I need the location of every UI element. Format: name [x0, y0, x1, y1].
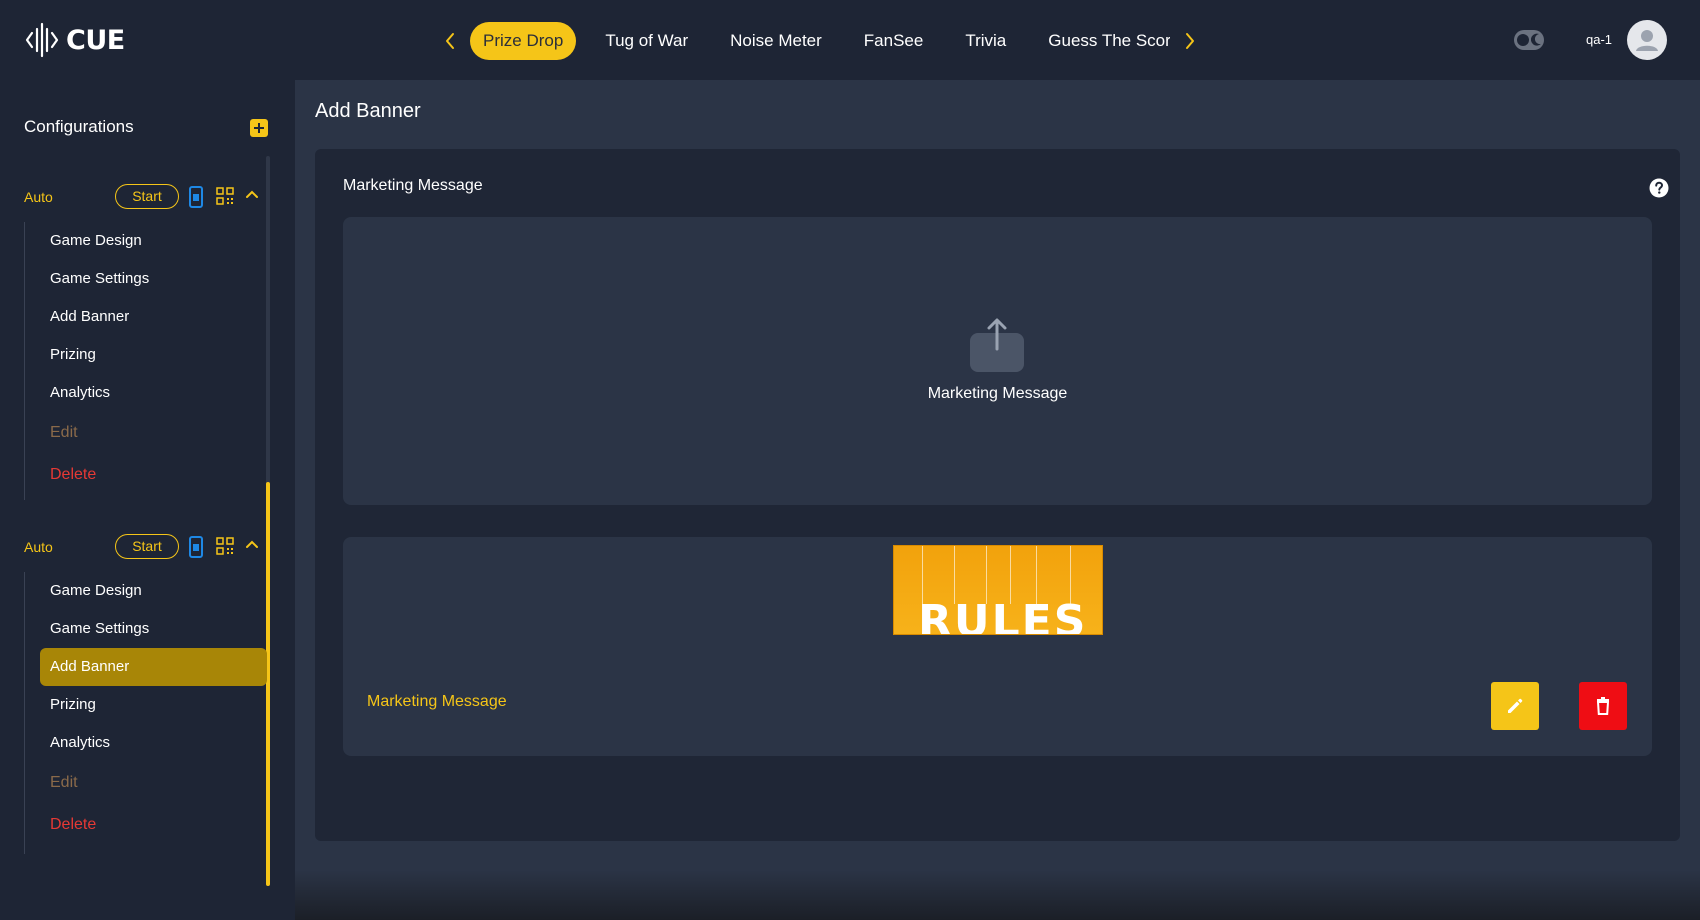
top-bar: CUE Prize Drop Tug of War Noise Meter Fa… — [0, 0, 1700, 80]
tab-guess-the-score[interactable]: Guess The Score — [1035, 22, 1170, 60]
logo[interactable]: CUE — [24, 20, 125, 60]
configuration-menu: Game Design Game Settings Add Banner Pri… — [40, 572, 267, 846]
menu-game-design[interactable]: Game Design — [40, 222, 267, 260]
edit-banner-button[interactable] — [1491, 682, 1539, 730]
avatar[interactable] — [1627, 20, 1667, 60]
qr-code-icon[interactable] — [215, 186, 235, 206]
configuration-mode: Auto — [24, 539, 53, 555]
nav-next-icon[interactable] — [1178, 29, 1202, 53]
qr-code-icon[interactable] — [215, 536, 235, 556]
upload-icon — [970, 318, 1024, 372]
menu-game-settings[interactable]: Game Settings — [40, 610, 267, 648]
nav-tabs: Prize Drop Tug of War Noise Meter FanSee… — [470, 22, 1170, 60]
bottom-fade — [295, 870, 1700, 920]
upload-label: Marketing Message — [927, 385, 1068, 402]
banner-label: Marketing Message — [367, 693, 507, 710]
tree-line — [24, 572, 25, 854]
banner-card: Marketing Message Marketing Message RULE… — [315, 149, 1680, 841]
configuration-2: Auto Start Game Design Game Settings Add… — [0, 532, 270, 854]
upload-dropzone[interactable]: Marketing Message — [343, 217, 1652, 505]
menu-game-settings[interactable]: Game Settings — [40, 260, 267, 298]
pencil-icon — [1508, 698, 1523, 713]
menu-prizing[interactable]: Prizing — [40, 336, 267, 374]
delete-banner-button[interactable] — [1579, 682, 1627, 730]
menu-add-banner[interactable]: Add Banner — [40, 648, 267, 686]
logo-icon — [25, 22, 59, 58]
menu-add-banner[interactable]: Add Banner — [40, 298, 267, 336]
trash-icon — [1596, 697, 1610, 715]
tab-tug-of-war[interactable]: Tug of War — [592, 22, 701, 60]
user-icon — [1636, 30, 1658, 51]
start-button[interactable]: Start — [115, 534, 179, 559]
configuration-1: Auto Start Game Design Game Settings Add… — [0, 182, 270, 500]
plus-icon — [254, 123, 264, 133]
menu-edit[interactable]: Edit — [40, 412, 267, 454]
logo-text: CUE — [66, 24, 125, 56]
menu-game-design[interactable]: Game Design — [40, 572, 267, 610]
sidebar-title: Configurations — [24, 117, 134, 136]
configuration-header: Auto Start — [0, 532, 270, 562]
menu-edit[interactable]: Edit — [40, 762, 267, 804]
menu-prizing[interactable]: Prizing — [40, 686, 267, 724]
tree-line — [24, 222, 25, 500]
main-content: Add Banner Marketing Message Marketing M… — [295, 80, 1700, 920]
nav-prev-icon[interactable] — [438, 29, 462, 53]
moon-icon — [1530, 33, 1541, 46]
configuration-header: Auto Start — [0, 182, 270, 212]
mobile-preview-icon[interactable] — [188, 536, 204, 558]
menu-analytics[interactable]: Analytics — [40, 374, 267, 412]
theme-toggle[interactable] — [1514, 30, 1544, 50]
mobile-preview-icon[interactable] — [188, 186, 204, 208]
chevron-up-icon[interactable] — [246, 540, 258, 548]
menu-delete[interactable]: Delete — [40, 454, 267, 496]
menu-delete[interactable]: Delete — [40, 804, 267, 846]
chevron-up-icon[interactable] — [246, 190, 258, 198]
tab-prize-drop[interactable]: Prize Drop — [470, 22, 577, 60]
banner-item: RULES Marketing Message — [343, 537, 1652, 756]
sidebar: Configurations Auto Start Game Design Ga… — [0, 80, 295, 920]
user-name: qa-1 — [1586, 32, 1613, 47]
start-button[interactable]: Start — [115, 184, 179, 209]
add-configuration-button[interactable] — [250, 119, 268, 137]
game-nav: Prize Drop Tug of War Noise Meter FanSee… — [438, 21, 1202, 61]
tab-trivia[interactable]: Trivia — [952, 22, 1019, 60]
section-label: Marketing Message — [343, 177, 483, 194]
configuration-mode: Auto — [24, 189, 53, 205]
tab-noise-meter[interactable]: Noise Meter — [717, 22, 835, 60]
help-icon[interactable] — [1649, 178, 1669, 198]
toggle-knob — [1517, 34, 1529, 46]
banner-thumbnail: RULES — [893, 545, 1103, 635]
thumbnail-text: RULES — [918, 596, 1088, 635]
tab-fansee[interactable]: FanSee — [851, 22, 937, 60]
menu-analytics[interactable]: Analytics — [40, 724, 267, 762]
page-title: Add Banner — [315, 100, 421, 122]
configuration-menu: Game Design Game Settings Add Banner Pri… — [40, 222, 267, 496]
